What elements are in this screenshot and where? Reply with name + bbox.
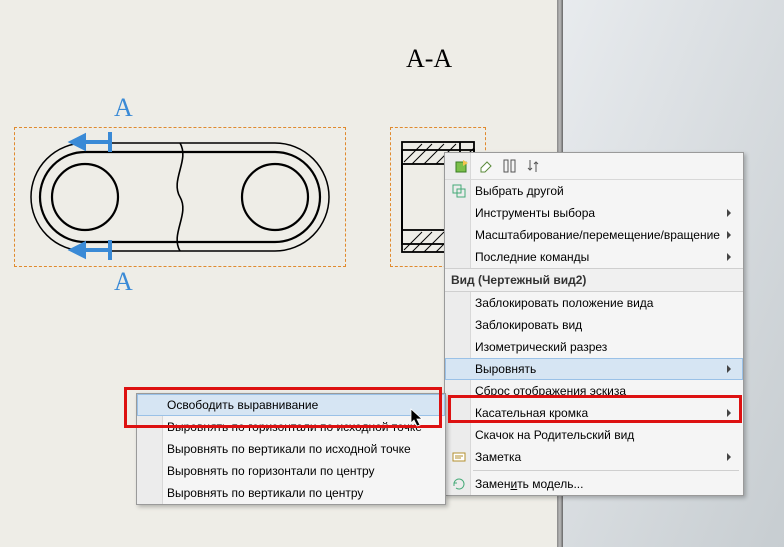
select-other-icon bbox=[451, 183, 467, 199]
section-mark-top: A bbox=[114, 93, 133, 122]
props-icon[interactable] bbox=[453, 157, 471, 175]
menu-select-other[interactable]: Выбрать другой bbox=[445, 180, 743, 202]
menu-lock-view-position[interactable]: Заблокировать положение вида bbox=[445, 292, 743, 314]
menu-zoom-pan-rotate[interactable]: Масштабирование/перемещение/вращение bbox=[445, 224, 743, 246]
menu-item-label: Заблокировать вид bbox=[475, 318, 582, 332]
menu-item-label: Масштабирование/перемещение/вращение bbox=[475, 228, 720, 242]
columns-icon[interactable] bbox=[501, 157, 519, 175]
menu-item-label: Последние команды bbox=[475, 250, 589, 264]
section-mark-bottom: A bbox=[114, 267, 133, 296]
menu-item-label: Выбрать другой bbox=[475, 184, 564, 198]
submenu-align-vertical-origin[interactable]: Выровнять по вертикали по исходной точке bbox=[137, 438, 445, 460]
submenu-align-vertical-center[interactable]: Выровнять по вертикали по центру bbox=[137, 482, 445, 504]
menu-recent-commands[interactable]: Последние команды bbox=[445, 246, 743, 268]
menu-item-label: Выровнять по вертикали по центру bbox=[167, 486, 363, 500]
context-toolbar bbox=[445, 153, 743, 180]
menu-selection-tools[interactable]: Инструменты выбора bbox=[445, 202, 743, 224]
menu-annotation[interactable]: Заметка bbox=[445, 446, 743, 468]
menu-item-label: Заметка bbox=[475, 450, 521, 464]
note-icon bbox=[451, 449, 467, 465]
menu-item-label: Выровнять по вертикали по исходной точке bbox=[167, 442, 411, 456]
section-label: A-A bbox=[406, 44, 452, 74]
menu-item-label: Заменить модель... bbox=[475, 477, 583, 491]
menu-jump-to-parent[interactable]: Скачок на Родительский вид bbox=[445, 424, 743, 446]
menu-separator bbox=[473, 470, 739, 471]
highlight-box-align bbox=[448, 395, 742, 423]
eraser-icon[interactable] bbox=[477, 157, 495, 175]
context-menu: Выбрать другой Инструменты выбора Масшта… bbox=[444, 152, 744, 496]
menu-replace-model[interactable]: Заменить модель... bbox=[445, 473, 743, 495]
section-line[interactable]: A A bbox=[60, 90, 180, 300]
submenu-align-horizontal-center[interactable]: Выровнять по горизонтали по центру bbox=[137, 460, 445, 482]
menu-align[interactable]: Выровнять bbox=[445, 358, 743, 380]
menu-lock-view[interactable]: Заблокировать вид bbox=[445, 314, 743, 336]
menu-item-label: Заблокировать положение вида bbox=[475, 296, 653, 310]
replace-model-icon bbox=[451, 476, 467, 492]
menu-section-header: Вид (Чертежный вид2) bbox=[445, 268, 743, 292]
menu-item-label: Скачок на Родительский вид bbox=[475, 428, 634, 442]
menu-item-label: Выровнять bbox=[475, 362, 536, 376]
menu-item-label: Изометрический разрез bbox=[475, 340, 607, 354]
menu-isometric-section[interactable]: Изометрический разрез bbox=[445, 336, 743, 358]
menu-item-label: Инструменты выбора bbox=[475, 206, 595, 220]
highlight-box-submenu bbox=[124, 387, 442, 428]
sort-icon[interactable] bbox=[525, 157, 543, 175]
menu-item-label: Выровнять по горизонтали по центру bbox=[167, 464, 375, 478]
